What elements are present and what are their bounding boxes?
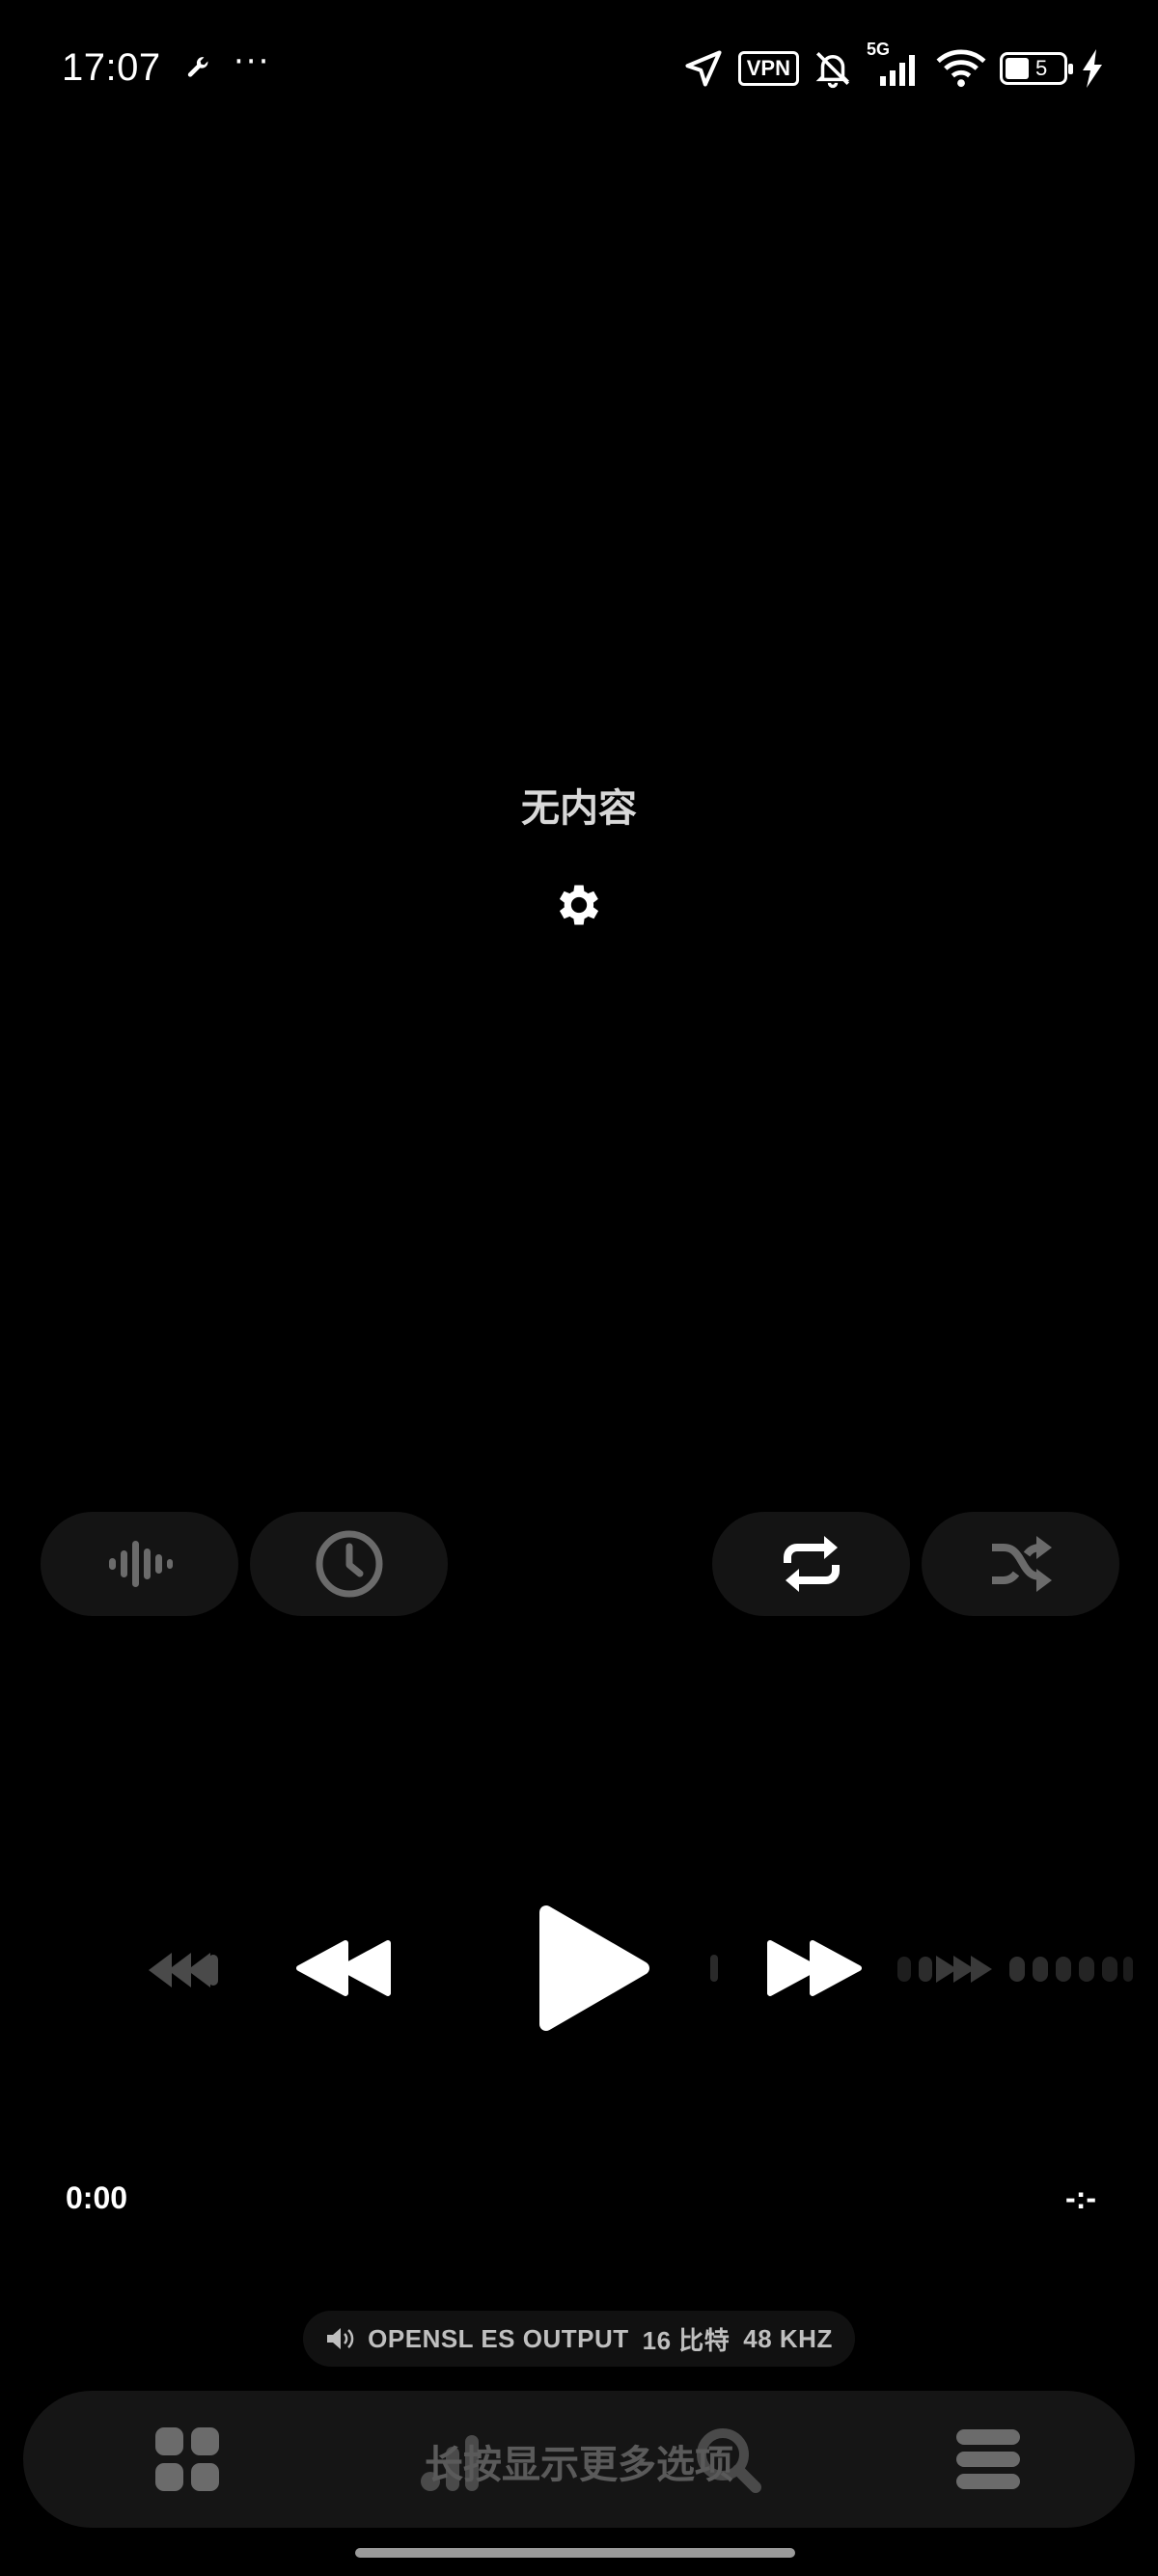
wrench-icon: [187, 57, 208, 77]
signal-icon: [880, 55, 915, 86]
empty-state-message: 无内容: [521, 786, 637, 831]
audio-output-info[interactable]: OPENSL ES OUTPUT 16 比特 48 KHZ: [303, 2311, 855, 2367]
repeat-button[interactable]: [712, 1512, 910, 1616]
fast-forward-icon[interactable]: [764, 1939, 863, 1997]
output-bit-depth: 16 比特: [642, 2325, 731, 2355]
more-notifications-icon: ···: [234, 42, 271, 81]
clock-icon: [316, 1530, 382, 1598]
output-sample-rate: 48 KHZ: [743, 2323, 833, 2353]
output-device: OPENSL ES OUTPUT: [368, 2323, 629, 2353]
status-time: 17:07: [62, 46, 161, 89]
rewind-icon[interactable]: [295, 1939, 394, 1997]
shuffle-icon: [991, 1536, 1052, 1592]
previous-track-icon[interactable]: [147, 1951, 224, 1989]
home-indicator[interactable]: [355, 2548, 795, 2558]
bottom-nav: 长按显示更多选项: [23, 2391, 1135, 2528]
wifi-icon: [936, 49, 986, 88]
next-track-icon[interactable]: [897, 1953, 1134, 1986]
settings-gear-icon[interactable]: [552, 878, 606, 932]
long-press-hint: 长按显示更多选项: [425, 2443, 733, 2487]
location-icon: [685, 50, 722, 87]
sleep-timer-button[interactable]: [250, 1512, 448, 1616]
play-icon[interactable]: [537, 1903, 652, 2034]
waveform-icon: [108, 1541, 173, 1587]
vpn-badge: VPN: [737, 51, 799, 86]
visualizer-button[interactable]: [41, 1512, 238, 1616]
battery-icon: 5: [1000, 52, 1073, 85]
battery-level: 5: [1035, 56, 1048, 80]
bell-muted-icon: [815, 52, 850, 89]
speaker-icon: [327, 2328, 354, 2349]
charging-icon: [1083, 49, 1102, 88]
cellular-signal: 5G: [867, 40, 923, 90]
status-icons: VPN 5G 5: [682, 40, 1104, 93]
remaining-time: -:-: [1065, 2180, 1096, 2215]
elapsed-time: 0:00: [66, 2180, 128, 2215]
seek-handle-dim: [710, 1955, 718, 1982]
shuffle-button[interactable]: [922, 1512, 1119, 1616]
status-bar: 17:07 ··· VPN 5G 5: [0, 0, 1158, 135]
repeat-icon: [783, 1536, 840, 1592]
